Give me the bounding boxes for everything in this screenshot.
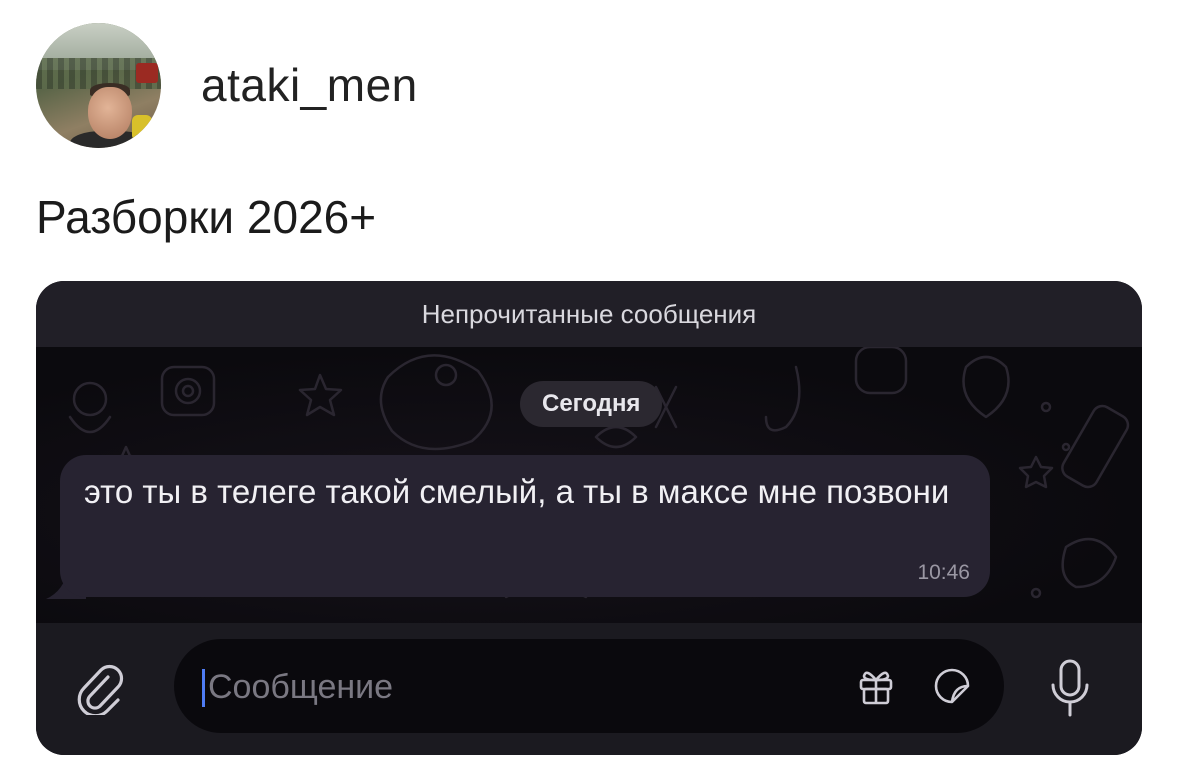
post-caption: Разборки 2026+ [36,191,377,243]
gift-icon[interactable] [856,666,896,706]
avatar[interactable] [36,22,161,148]
message-time: 10:46 [917,561,970,584]
text-caret [202,669,205,707]
unread-messages-banner: Непрочитанные сообщения [36,281,1142,347]
incoming-message-bubble[interactable]: это ты в телеге такой смелый, а ты в мак… [60,455,990,597]
message-input[interactable] [206,653,850,721]
post-header: ataki_men [36,20,418,150]
microphone-icon[interactable] [1046,657,1094,721]
chat-area: Сегодня это ты в телеге такой смелый, а … [36,347,1142,623]
message-input-bar [36,623,1142,755]
sticker-icon[interactable] [932,666,972,706]
paperclip-icon[interactable] [74,663,126,715]
username[interactable]: ataki_men [201,58,418,112]
date-separator: Сегодня [520,381,663,427]
unread-banner-label: Непрочитанные сообщения [421,298,757,329]
message-field[interactable] [174,639,1004,733]
date-label: Сегодня [542,390,641,417]
chat-screenshot: Непрочитанные сообщения Сегодня это ты в… [36,281,1142,755]
message-text: это ты в телеге такой смелый, а ты в мак… [84,473,950,510]
